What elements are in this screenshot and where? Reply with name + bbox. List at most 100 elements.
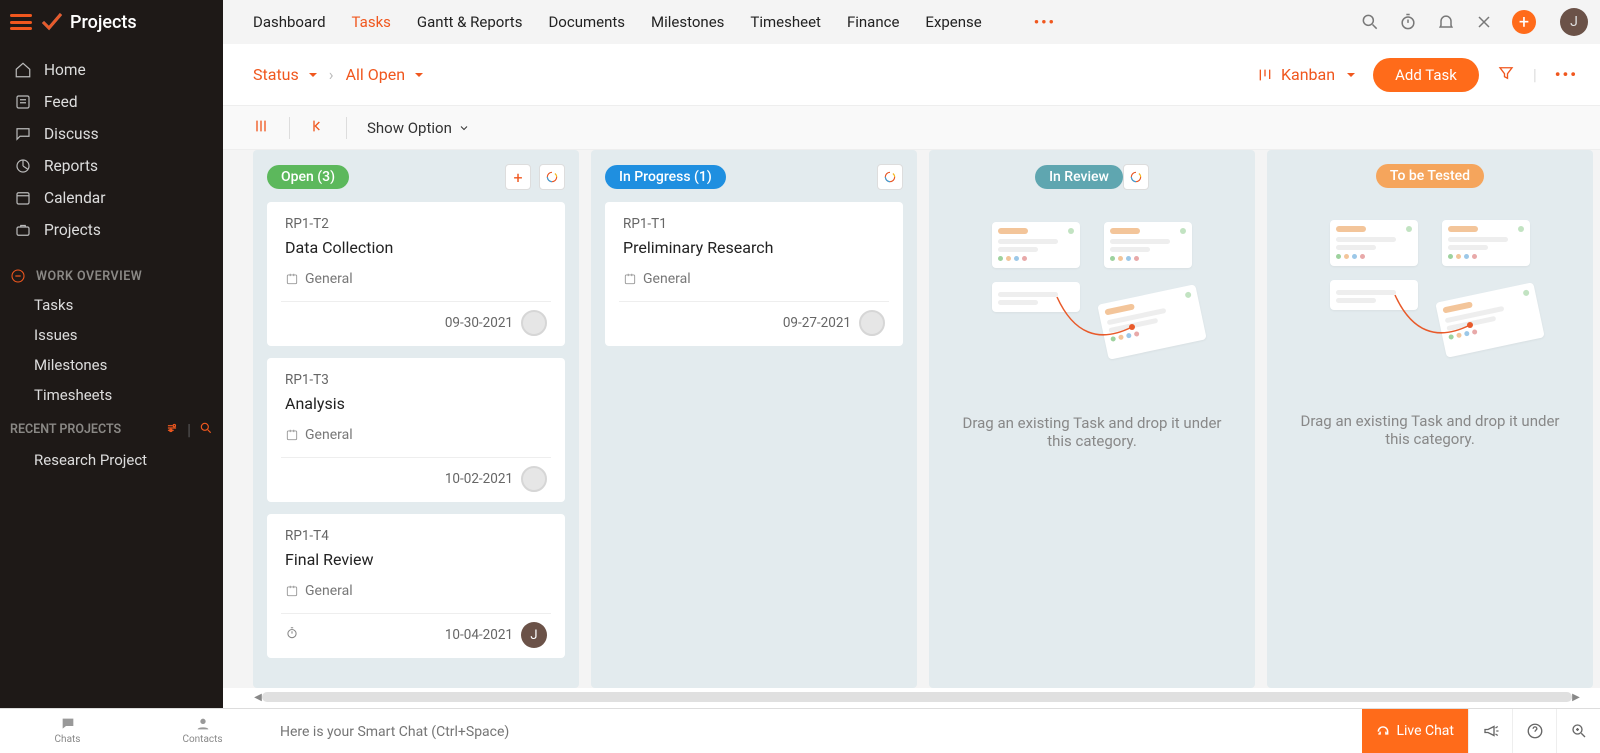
column-title-pill: In Progress (1)	[605, 165, 726, 189]
sidebar-sub-timesheets[interactable]: Timesheets	[0, 380, 223, 410]
kanban-column[interactable]: In Progress (1) RP1-T1Preliminary Researc…	[591, 150, 917, 688]
chevron-down-icon	[458, 122, 470, 134]
columns-icon[interactable]	[253, 118, 269, 138]
chats-tab[interactable]: Chats	[0, 716, 135, 745]
live-chat-button[interactable]: Live Chat	[1362, 709, 1468, 753]
view-dropdown[interactable]: Kanban	[1257, 65, 1355, 84]
tab-milestones[interactable]: Milestones	[651, 13, 724, 31]
tools-icon[interactable]	[1474, 12, 1494, 32]
column-title-pill: In Review	[1035, 165, 1123, 189]
kanban-column[interactable]: In Review Drag an existing Task and drop …	[929, 150, 1255, 688]
task-list-name: General	[305, 583, 353, 599]
app-logo[interactable]: Projects	[40, 10, 137, 34]
tab-expense[interactable]: Expense	[925, 13, 981, 31]
separator: |	[187, 420, 191, 439]
help-icon[interactable]	[1512, 709, 1556, 753]
task-card[interactable]: RP1-T4Final ReviewGeneral10-04-2021J	[267, 514, 565, 658]
assignee-avatar[interactable]	[859, 310, 885, 336]
kanban-column[interactable]: To be TestedDrag an existing Task and dr…	[1267, 150, 1593, 688]
sidebar-item-home[interactable]: Home	[0, 54, 223, 86]
empty-illustration	[992, 222, 1192, 362]
contacts-tab[interactable]: Contacts	[135, 716, 270, 745]
recent-project-item[interactable]: Research Project	[0, 445, 223, 475]
empty-column-text: Drag an existing Task and drop it under …	[943, 414, 1241, 450]
sidebar-top: Projects	[0, 0, 223, 44]
timer-small-icon	[285, 626, 299, 644]
user-avatar[interactable]: J	[1560, 8, 1588, 36]
tab-dashboard[interactable]: Dashboard	[253, 13, 326, 31]
empty-column-text: Drag an existing Task and drop it under …	[1281, 412, 1579, 448]
smart-chat-container	[270, 721, 1362, 740]
sidebar-item-reports[interactable]: Reports	[0, 150, 223, 182]
smart-chat-input[interactable]	[280, 724, 1352, 740]
task-date: 09-30-2021	[445, 315, 513, 331]
tab-finance[interactable]: Finance	[847, 13, 899, 31]
add-task-button[interactable]: Add Task	[1373, 58, 1479, 92]
filter-icon[interactable]	[1497, 64, 1515, 86]
tab-timesheet[interactable]: Timesheet	[750, 13, 821, 31]
column-refresh-icon[interactable]	[1123, 164, 1149, 190]
recent-projects-header: RECENT PROJECTS |	[0, 410, 223, 445]
search-small-icon[interactable]	[199, 421, 213, 439]
announce-icon[interactable]	[1468, 709, 1512, 753]
task-card[interactable]: RP1-T2Data CollectionGeneral09-30-2021	[267, 202, 565, 346]
task-id: RP1-T2	[285, 216, 547, 232]
task-title: Preliminary Research	[623, 238, 885, 257]
column-add-button[interactable]: +	[505, 164, 531, 190]
assignee-avatar[interactable]: J	[521, 622, 547, 648]
sidebar-sub-milestones[interactable]: Milestones	[0, 350, 223, 380]
sidebar-label: Reports	[44, 157, 98, 175]
assignee-avatar[interactable]	[521, 310, 547, 336]
feed-icon	[14, 93, 32, 111]
list-icon	[285, 272, 299, 286]
more-icon[interactable]: •••	[1555, 65, 1578, 84]
sidebar-item-projects[interactable]: Projects	[0, 214, 223, 246]
tab-more-icon[interactable]: •••	[1034, 13, 1056, 31]
card-footer: 10-02-2021	[285, 458, 547, 492]
hamburger-icon[interactable]	[10, 14, 32, 30]
task-title: Analysis	[285, 394, 547, 413]
horizontal-scrollbar[interactable]: ◀ ▶	[256, 690, 1578, 704]
zoom-icon[interactable]	[1556, 709, 1600, 753]
scrollbar-track[interactable]	[262, 692, 1572, 702]
task-id: RP1-T3	[285, 372, 547, 388]
status-dropdown[interactable]: Status	[253, 65, 317, 84]
kanban-column[interactable]: Open (3)+RP1-T2Data CollectionGeneral09-…	[253, 150, 579, 688]
task-card[interactable]: RP1-T3 Analysis General 10-02-2021	[267, 358, 565, 502]
topnav-tabs: Dashboard Tasks Gantt & Reports Document…	[253, 13, 1056, 31]
divider	[346, 117, 347, 139]
sidebar-item-calendar[interactable]: Calendar	[0, 182, 223, 214]
task-list-name: General	[305, 427, 353, 443]
tab-documents[interactable]: Documents	[548, 13, 625, 31]
column-actions: +	[505, 164, 565, 190]
work-overview-header[interactable]: WORK OVERVIEW	[0, 256, 223, 290]
logo-mark-icon	[40, 10, 64, 34]
sidebar-sub-tasks[interactable]: Tasks	[0, 290, 223, 320]
sidebar-item-discuss[interactable]: Discuss	[0, 118, 223, 150]
contacts-icon	[194, 716, 212, 732]
add-button[interactable]: +	[1512, 10, 1536, 34]
task-card[interactable]: RP1-T1Preliminary ResearchGeneral09-27-2…	[605, 202, 903, 346]
tab-tasks[interactable]: Tasks	[352, 13, 391, 31]
show-option-dropdown[interactable]: Show Option	[367, 119, 470, 137]
column-refresh-icon[interactable]	[539, 164, 565, 190]
task-date: 10-02-2021	[445, 471, 513, 487]
kanban-icon	[1257, 67, 1273, 83]
tab-gantt[interactable]: Gantt & Reports	[417, 13, 523, 31]
kanban-board: Open (3)+RP1-T2Data CollectionGeneral09-…	[223, 150, 1600, 688]
assignee-avatar[interactable]	[521, 466, 547, 492]
scroll-right-icon[interactable]: ▶	[1570, 690, 1582, 704]
collapse-all-icon[interactable]	[310, 118, 326, 138]
bell-icon[interactable]	[1436, 12, 1456, 32]
headset-icon	[1376, 724, 1390, 738]
sidebar-item-feed[interactable]: Feed	[0, 86, 223, 118]
sidebar-sub-issues[interactable]: Issues	[0, 320, 223, 350]
empty-illustration	[1330, 220, 1530, 360]
column-refresh-icon[interactable]	[877, 164, 903, 190]
live-chat-label: Live Chat	[1396, 723, 1454, 739]
filter-dropdown[interactable]: All Open	[346, 65, 424, 84]
search-icon[interactable]	[1360, 12, 1380, 32]
chats-label: Chats	[55, 734, 81, 745]
settings-small-icon[interactable]	[165, 421, 179, 439]
timer-icon[interactable]	[1398, 12, 1418, 32]
